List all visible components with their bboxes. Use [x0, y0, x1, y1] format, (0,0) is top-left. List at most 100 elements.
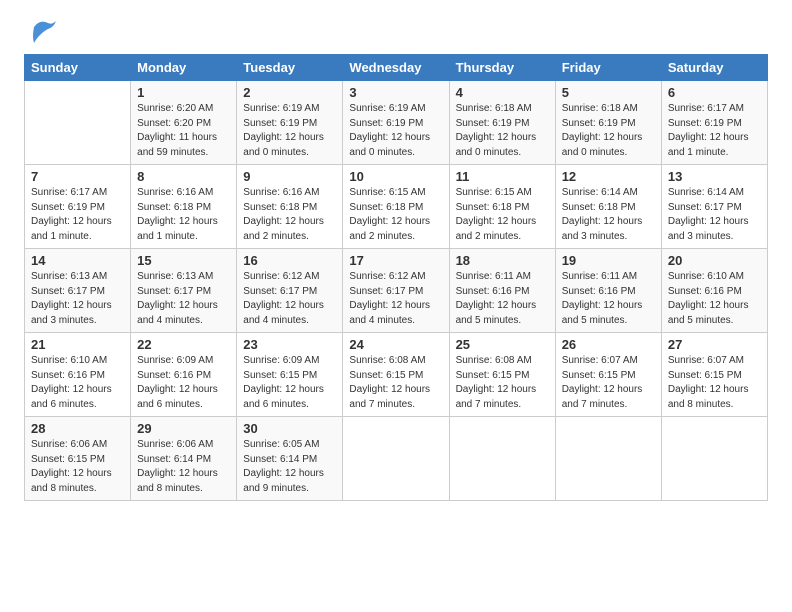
day-info: Sunrise: 6:15 AM Sunset: 6:18 PM Dayligh…	[349, 186, 442, 244]
day-info: Sunrise: 6:12 AM Sunset: 6:17 PM Dayligh…	[349, 270, 442, 328]
day-info: Sunrise: 6:10 AM Sunset: 6:16 PM Dayligh…	[668, 270, 761, 328]
day-info: Sunrise: 6:09 AM Sunset: 6:16 PM Dayligh…	[137, 354, 230, 412]
calendar-cell: 18 Sunrise: 6:11 AM Sunset: 6:16 PM Dayli…	[449, 249, 555, 333]
calendar-cell: 3 Sunrise: 6:19 AM Sunset: 6:19 PM Daylig…	[343, 81, 449, 165]
calendar-cell	[25, 81, 131, 165]
logo	[24, 24, 58, 46]
day-number: 20	[668, 253, 761, 268]
calendar-cell: 15Sunrise: 6:13 AM Sunset: 6:17 PM Dayli…	[131, 249, 237, 333]
calendar-cell	[449, 417, 555, 501]
col-header-friday: Friday	[555, 55, 661, 81]
day-number: 23	[243, 337, 336, 352]
day-info: Sunrise: 6:18 AM Sunset: 6:19 PM Dayligh…	[562, 102, 655, 160]
day-number: 14	[31, 253, 124, 268]
day-info: Sunrise: 6:09 AM Sunset: 6:15 PM Dayligh…	[243, 354, 336, 412]
day-number: 17	[349, 253, 442, 268]
day-number: 15	[137, 253, 230, 268]
day-number: 11	[456, 169, 549, 184]
calendar-cell: 13Sunrise: 6:14 AM Sunset: 6:17 PM Dayli…	[661, 165, 767, 249]
day-number: 13	[668, 169, 761, 184]
calendar-cell	[343, 417, 449, 501]
calendar-cell: 29 Sunrise: 6:06 AM Sunset: 6:14 PM Dayli…	[131, 417, 237, 501]
day-info: Sunrise: 6:11 AM Sunset: 6:16 PM Dayligh…	[562, 270, 655, 328]
day-info: Sunrise: 6:15 AM Sunset: 6:18 PM Dayligh…	[456, 186, 549, 244]
day-number: 12	[562, 169, 655, 184]
calendar-table: SundayMondayTuesdayWednesdayThursdayFrid…	[24, 54, 768, 501]
day-number: 2	[243, 85, 336, 100]
calendar-cell: 20 Sunrise: 6:10 AM Sunset: 6:16 PM Dayli…	[661, 249, 767, 333]
day-number: 8	[137, 169, 230, 184]
day-info: Sunrise: 6:10 AM Sunset: 6:16 PM Dayligh…	[31, 354, 124, 412]
day-number: 29	[137, 421, 230, 436]
calendar-cell: 7 Sunrise: 6:17 AM Sunset: 6:19 PM Daylig…	[25, 165, 131, 249]
col-header-sunday: Sunday	[25, 55, 131, 81]
calendar-cell: 5Sunrise: 6:18 AM Sunset: 6:19 PM Daylig…	[555, 81, 661, 165]
day-info: Sunrise: 6:16 AM Sunset: 6:18 PM Dayligh…	[137, 186, 230, 244]
calendar-cell: 28 Sunrise: 6:06 AM Sunset: 6:15 PM Dayli…	[25, 417, 131, 501]
day-info: Sunrise: 6:08 AM Sunset: 6:15 PM Dayligh…	[456, 354, 549, 412]
day-number: 27	[668, 337, 761, 352]
day-number: 10	[349, 169, 442, 184]
calendar-cell: 1 Sunrise: 6:20 AM Sunset: 6:20 PM Daylig…	[131, 81, 237, 165]
day-info: Sunrise: 6:19 AM Sunset: 6:19 PM Dayligh…	[243, 102, 336, 160]
day-number: 22	[137, 337, 230, 352]
calendar-cell: 22 Sunrise: 6:09 AM Sunset: 6:16 PM Dayli…	[131, 333, 237, 417]
calendar-week-2: 7 Sunrise: 6:17 AM Sunset: 6:19 PM Daylig…	[25, 165, 768, 249]
calendar-cell: 23 Sunrise: 6:09 AM Sunset: 6:15 PM Dayli…	[237, 333, 343, 417]
calendar-cell: 4 Sunrise: 6:18 AM Sunset: 6:19 PM Daylig…	[449, 81, 555, 165]
day-number: 18	[456, 253, 549, 268]
calendar-cell: 30 Sunrise: 6:05 AM Sunset: 6:14 PM Dayli…	[237, 417, 343, 501]
day-info: Sunrise: 6:11 AM Sunset: 6:16 PM Dayligh…	[456, 270, 549, 328]
day-info: Sunrise: 6:17 AM Sunset: 6:19 PM Dayligh…	[668, 102, 761, 160]
day-info: Sunrise: 6:16 AM Sunset: 6:18 PM Dayligh…	[243, 186, 336, 244]
day-number: 26	[562, 337, 655, 352]
day-number: 4	[456, 85, 549, 100]
day-number: 7	[31, 169, 124, 184]
day-info: Sunrise: 6:18 AM Sunset: 6:19 PM Dayligh…	[456, 102, 549, 160]
day-info: Sunrise: 6:05 AM Sunset: 6:14 PM Dayligh…	[243, 438, 336, 496]
calendar-cell: 12 Sunrise: 6:14 AM Sunset: 6:18 PM Dayli…	[555, 165, 661, 249]
logo-bird-icon	[26, 17, 58, 45]
calendar-cell: 11 Sunrise: 6:15 AM Sunset: 6:18 PM Dayli…	[449, 165, 555, 249]
day-info: Sunrise: 6:12 AM Sunset: 6:17 PM Dayligh…	[243, 270, 336, 328]
day-info: Sunrise: 6:14 AM Sunset: 6:18 PM Dayligh…	[562, 186, 655, 244]
day-info: Sunrise: 6:07 AM Sunset: 6:15 PM Dayligh…	[562, 354, 655, 412]
day-info: Sunrise: 6:06 AM Sunset: 6:14 PM Dayligh…	[137, 438, 230, 496]
col-header-monday: Monday	[131, 55, 237, 81]
calendar-cell: 27 Sunrise: 6:07 AM Sunset: 6:15 PM Dayli…	[661, 333, 767, 417]
day-info: Sunrise: 6:08 AM Sunset: 6:15 PM Dayligh…	[349, 354, 442, 412]
day-number: 24	[349, 337, 442, 352]
calendar-cell: 10 Sunrise: 6:15 AM Sunset: 6:18 PM Dayli…	[343, 165, 449, 249]
col-header-wednesday: Wednesday	[343, 55, 449, 81]
day-info: Sunrise: 6:06 AM Sunset: 6:15 PM Dayligh…	[31, 438, 124, 496]
day-number: 1	[137, 85, 230, 100]
day-number: 25	[456, 337, 549, 352]
day-info: Sunrise: 6:17 AM Sunset: 6:19 PM Dayligh…	[31, 186, 124, 244]
day-info: Sunrise: 6:07 AM Sunset: 6:15 PM Dayligh…	[668, 354, 761, 412]
day-info: Sunrise: 6:13 AM Sunset: 6:17 PM Dayligh…	[31, 270, 124, 328]
day-number: 30	[243, 421, 336, 436]
day-number: 28	[31, 421, 124, 436]
calendar-cell: 26 Sunrise: 6:07 AM Sunset: 6:15 PM Dayli…	[555, 333, 661, 417]
calendar-week-3: 14 Sunrise: 6:13 AM Sunset: 6:17 PM Dayli…	[25, 249, 768, 333]
calendar-cell: 24 Sunrise: 6:08 AM Sunset: 6:15 PM Dayli…	[343, 333, 449, 417]
calendar-header-row: SundayMondayTuesdayWednesdayThursdayFrid…	[25, 55, 768, 81]
day-number: 6	[668, 85, 761, 100]
page-header	[24, 20, 768, 46]
calendar-week-5: 28 Sunrise: 6:06 AM Sunset: 6:15 PM Dayli…	[25, 417, 768, 501]
calendar-cell: 2 Sunrise: 6:19 AM Sunset: 6:19 PM Daylig…	[237, 81, 343, 165]
calendar-cell	[661, 417, 767, 501]
day-info: Sunrise: 6:20 AM Sunset: 6:20 PM Dayligh…	[137, 102, 230, 160]
calendar-cell: 6 Sunrise: 6:17 AM Sunset: 6:19 PM Daylig…	[661, 81, 767, 165]
calendar-cell	[555, 417, 661, 501]
calendar-cell: 25 Sunrise: 6:08 AM Sunset: 6:15 PM Dayli…	[449, 333, 555, 417]
col-header-tuesday: Tuesday	[237, 55, 343, 81]
calendar-cell: 17 Sunrise: 6:12 AM Sunset: 6:17 PM Dayli…	[343, 249, 449, 333]
col-header-thursday: Thursday	[449, 55, 555, 81]
day-info: Sunrise: 6:19 AM Sunset: 6:19 PM Dayligh…	[349, 102, 442, 160]
day-number: 19	[562, 253, 655, 268]
calendar-cell: 21Sunrise: 6:10 AM Sunset: 6:16 PM Dayli…	[25, 333, 131, 417]
day-number: 9	[243, 169, 336, 184]
day-number: 3	[349, 85, 442, 100]
calendar-cell: 14 Sunrise: 6:13 AM Sunset: 6:17 PM Dayli…	[25, 249, 131, 333]
